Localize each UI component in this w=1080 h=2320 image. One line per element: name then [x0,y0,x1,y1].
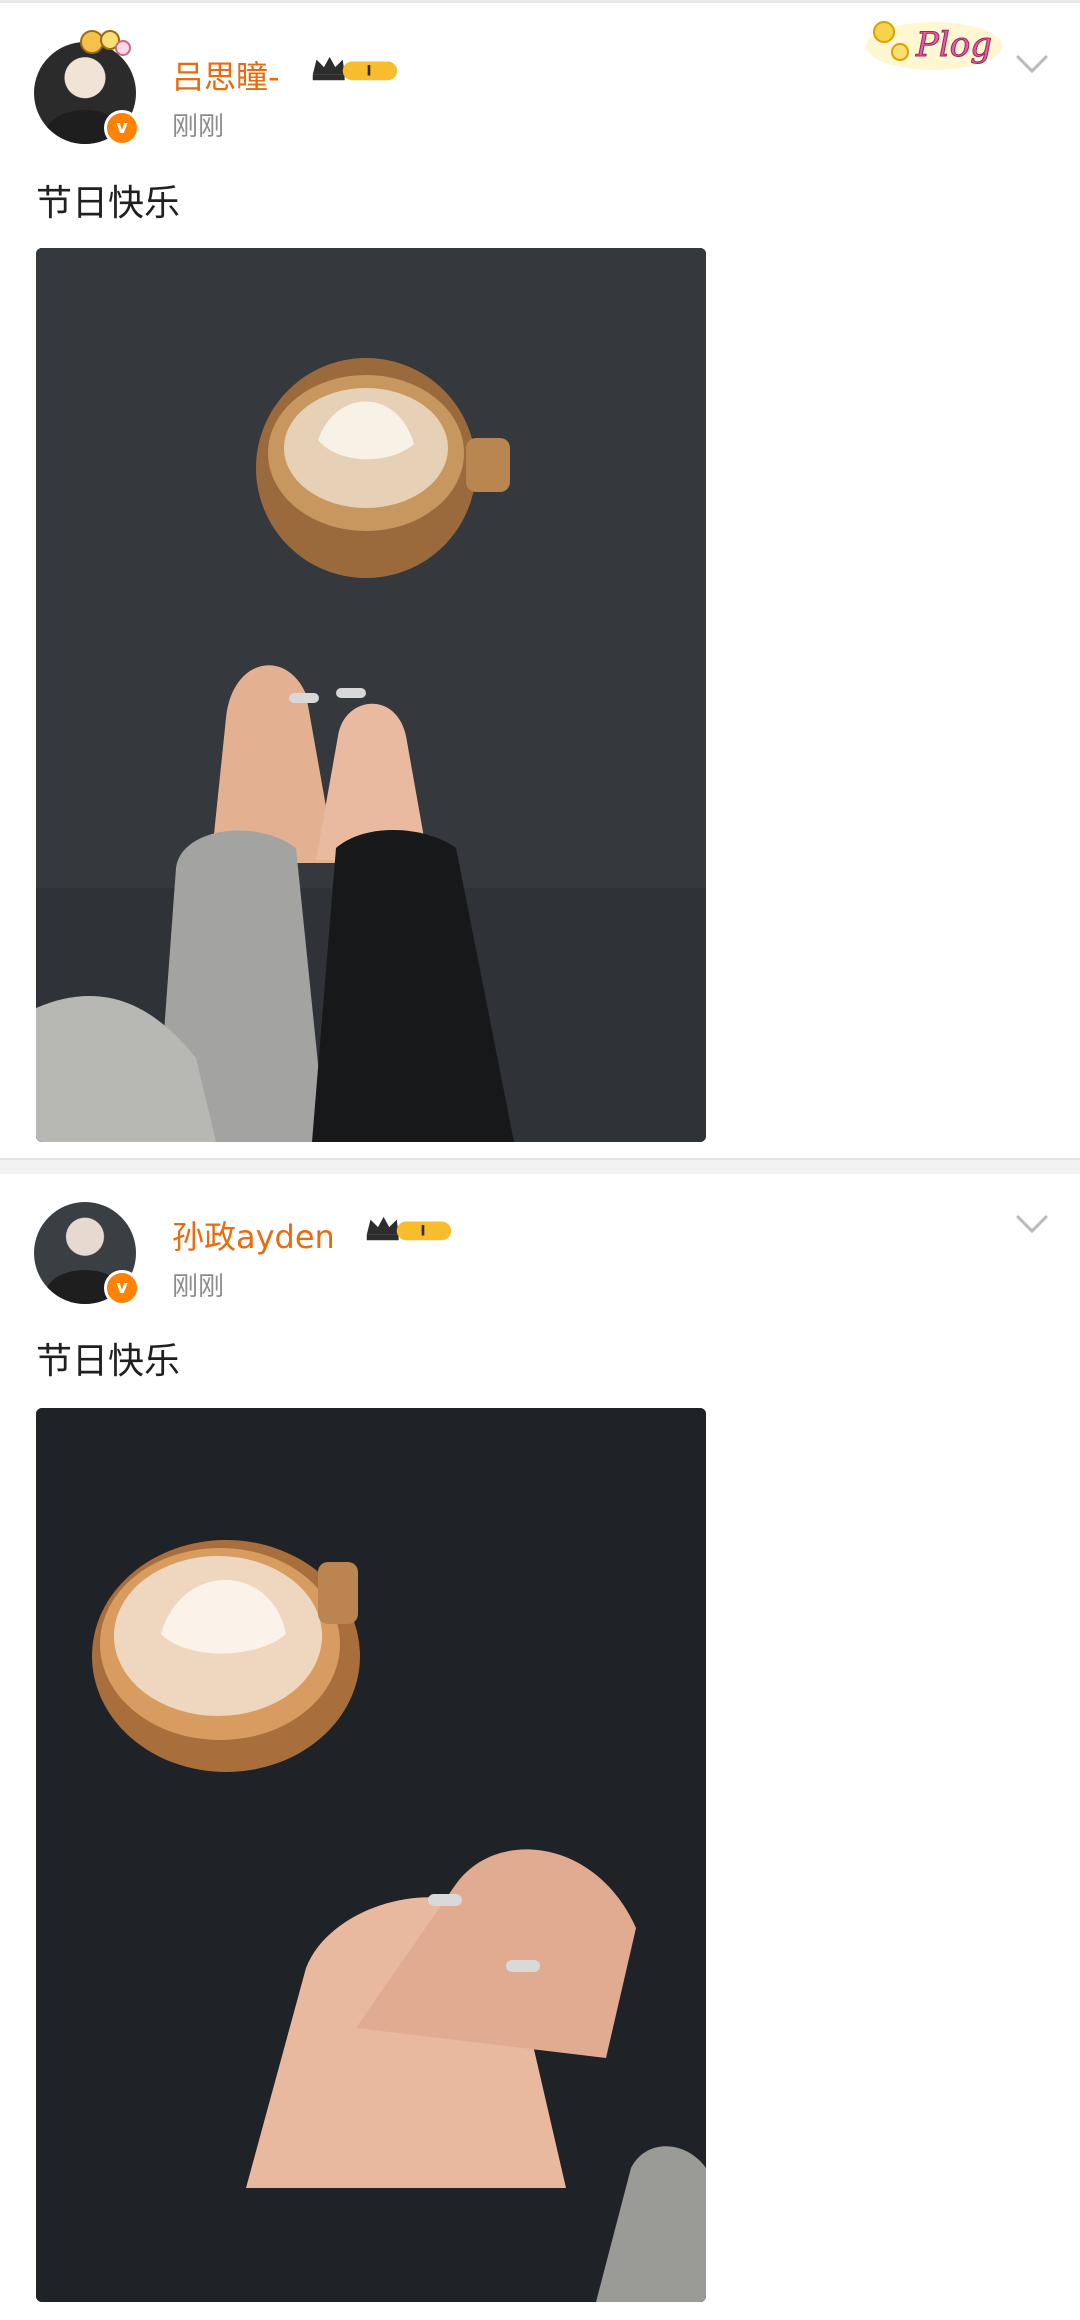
member-crown-badge[interactable]: I [306,54,402,84]
post-photo[interactable] [36,1408,706,2302]
verified-badge-icon: v [104,1270,140,1306]
post-card: v 吕思瞳- I 刚刚 Plog 节日快乐 [0,0,1080,1150]
plog-sticker[interactable]: Plog [862,10,1012,76]
feed-page: v 吕思瞳- I 刚刚 Plog 节日快乐 v 孙政ayden I 刚刚 节日快… [0,0,1080,2320]
badge-level: I [366,64,371,80]
chevron-down-icon[interactable] [1016,1214,1048,1234]
verified-badge-icon: v [104,110,140,146]
avatar-decoration-icon [80,30,131,56]
username[interactable]: 孙政ayden [172,1212,335,1258]
plog-text: Plog [915,25,992,65]
post-text: 节日快乐 [36,183,181,224]
post-time: 刚刚 [172,112,225,142]
post-text: 节日快乐 [36,1341,181,1382]
post-card: v 孙政ayden I 刚刚 节日快乐 [0,1172,1080,2320]
member-crown-badge[interactable]: I [360,1214,456,1244]
badge-level: I [420,1224,425,1240]
post-time: 刚刚 [172,1272,225,1302]
chevron-down-icon[interactable] [1016,54,1048,74]
username[interactable]: 吕思瞳- [172,52,280,98]
post-photo[interactable] [36,248,706,1142]
